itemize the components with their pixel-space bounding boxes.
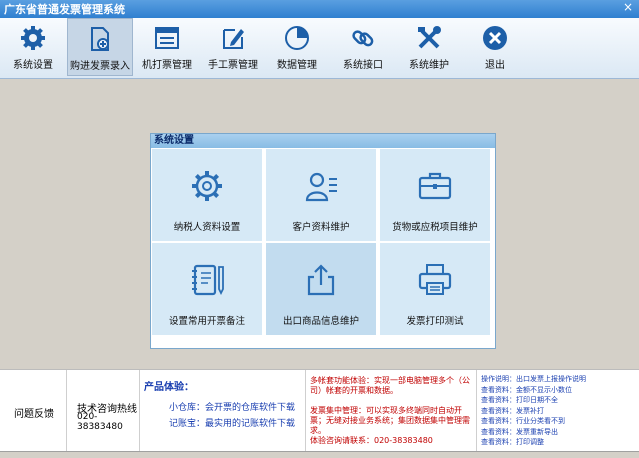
toolbar-label: 系统设置 xyxy=(13,60,53,71)
toolbar-system-maintenance-button[interactable]: 系统维护 xyxy=(396,18,462,76)
notebook-icon xyxy=(192,264,224,296)
product-link-warehouse[interactable]: 小仓库：会开票的仓库软件下载 xyxy=(169,400,295,413)
title-bar: 广东省普通发票管理系统 × xyxy=(0,0,639,18)
tips-cell: 操作说明：出口发票上报操作说明 查看资料：金额不显示小数位 查看资料：打印日期不… xyxy=(477,370,637,452)
toolbar-label: 购进发票录入 xyxy=(70,61,130,72)
card-print-test[interactable]: 发票打印测试 xyxy=(379,242,491,336)
system-settings-panel: 系统设置 纳税人资料设置 客户资料维护 货物或应税项目维护 设置常用开票备注 出… xyxy=(150,133,496,349)
work-area: 系统设置 纳税人资料设置 客户资料维护 货物或应税项目维护 设置常用开票备注 出… xyxy=(0,79,639,369)
user-card-icon xyxy=(305,172,337,202)
tip-item[interactable]: 操作说明：出口发票上报操作说明 xyxy=(481,374,586,385)
tip-item[interactable]: 查看资料：金额不显示小数位 xyxy=(481,385,586,396)
card-label: 设置常用开票备注 xyxy=(168,316,245,327)
card-customer-info[interactable]: 客户资料维护 xyxy=(265,148,377,242)
doc-add-icon xyxy=(91,27,109,51)
gear-icon xyxy=(21,26,45,50)
tip-item[interactable]: 查看资料：发票补打 xyxy=(481,406,586,417)
toolbar-label: 数据管理 xyxy=(277,60,317,71)
toolbar-purchase-invoice-button[interactable]: 购进发票录入 xyxy=(67,18,133,76)
promo-cell: 多帐套功能体验：实现一部电脑管理多个（公司）帐套的开票和数据。 发票集中管理：可… xyxy=(306,370,477,452)
link-icon xyxy=(352,30,374,47)
toolbar-manual-invoice-button[interactable]: 手工票管理 xyxy=(200,18,266,76)
product-title: 产品体验： xyxy=(144,382,194,393)
feedback-link[interactable]: 问题反馈 xyxy=(14,405,54,420)
promo-centralized[interactable]: 发票集中管理：可以实现多终端同时自动开票；无缝对接业务系统；集团数据集中管理需求… xyxy=(310,406,474,436)
card-label: 客户资料维护 xyxy=(292,222,350,233)
card-taxpayer-settings[interactable]: 纳税人资料设置 xyxy=(151,148,263,242)
close-circle-icon xyxy=(483,26,507,50)
window-title: 广东省普通发票管理系统 xyxy=(4,3,125,16)
toolbar-label: 系统维护 xyxy=(409,60,449,71)
toolbar-label: 机打票管理 xyxy=(142,60,192,71)
toolbar-machine-invoice-button[interactable]: 机打票管理 xyxy=(134,18,200,76)
toolbar-data-management-button[interactable]: 数据管理 xyxy=(264,18,330,76)
toolbar-system-interface-button[interactable]: 系统接口 xyxy=(330,18,396,76)
card-export-goods[interactable]: 出口商品信息维护 xyxy=(265,242,377,336)
toolbar-system-settings-button[interactable]: 系统设置 xyxy=(0,18,66,76)
hotline-cell: 技术咨询热线 020-38383480 xyxy=(67,370,140,452)
card-label: 发票打印测试 xyxy=(406,316,464,327)
toolbar-label: 退出 xyxy=(485,60,505,71)
window-icon xyxy=(155,27,179,49)
edit-icon xyxy=(223,29,244,49)
tip-item[interactable]: 查看资料：打印调整 xyxy=(481,437,586,448)
toolbar-label: 手工票管理 xyxy=(208,60,258,71)
product-link-accounting[interactable]: 记账宝：最实用的记账软件下载 xyxy=(169,416,295,429)
tips-list: 操作说明：出口发票上报操作说明 查看资料：金额不显示小数位 查看资料：打印日期不… xyxy=(481,374,586,448)
pie-chart-icon xyxy=(285,26,309,50)
product-cell: 产品体验： 小仓库：会开票的仓库软件下载 记账宝：最实用的记账软件下载 xyxy=(140,370,306,452)
tools-icon xyxy=(418,26,441,49)
tip-item[interactable]: 查看资料：发票重新导出 xyxy=(481,427,586,438)
toolbar-label: 系统接口 xyxy=(343,60,383,71)
close-window-button[interactable]: × xyxy=(623,0,633,14)
card-goods-items[interactable]: 货物或应税项目维护 xyxy=(379,148,491,242)
promo-multi-account[interactable]: 多帐套功能体验：实现一部电脑管理多个（公司）帐套的开票和数据。 xyxy=(310,376,474,396)
card-label: 出口商品信息维护 xyxy=(282,316,359,327)
briefcase-icon xyxy=(418,172,452,200)
panel-title: 系统设置 xyxy=(151,134,495,148)
toolbar-exit-button[interactable]: 退出 xyxy=(462,18,528,76)
tip-item[interactable]: 查看资料：行业分类看不到 xyxy=(481,416,586,427)
card-label: 货物或应税项目维护 xyxy=(392,222,478,233)
card-common-remarks[interactable]: 设置常用开票备注 xyxy=(151,242,263,336)
export-icon xyxy=(307,264,335,296)
tip-item[interactable]: 查看资料：打印日期不全 xyxy=(481,395,586,406)
gear-icon xyxy=(192,171,222,201)
card-label: 纳税人资料设置 xyxy=(173,222,241,233)
promo-contact: 体验咨询请联系：020-38383480 xyxy=(310,436,433,445)
hotline-number: 020-38383480 xyxy=(77,412,123,432)
footer-bar: 问题反馈 技术咨询热线 020-38383480 产品体验： 小仓库：会开票的仓… xyxy=(0,369,639,452)
feedback-cell[interactable]: 问题反馈 xyxy=(0,370,67,452)
printer-icon xyxy=(418,264,452,295)
main-toolbar: 系统设置 购进发票录入 机打票管理 手工票管理 数据管理 系统接口 系统维护 退… xyxy=(0,18,639,79)
